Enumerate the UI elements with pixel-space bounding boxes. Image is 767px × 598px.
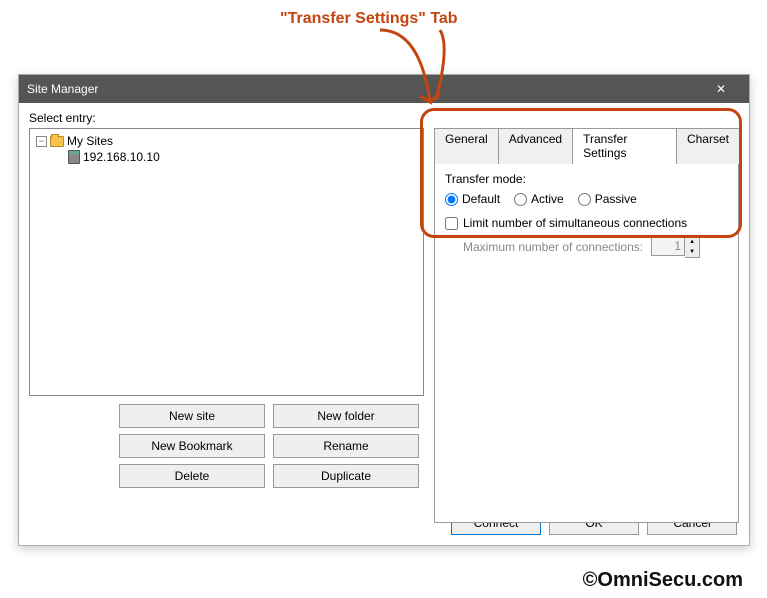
titlebar: Site Manager ✕ (19, 75, 749, 103)
radio-default-label: Default (462, 192, 500, 206)
tree-root-label: My Sites (67, 134, 113, 148)
radio-passive-input[interactable] (578, 193, 591, 206)
collapse-icon[interactable]: − (36, 136, 47, 147)
tab-advanced[interactable]: Advanced (498, 128, 573, 164)
max-connections-input (651, 236, 685, 256)
radio-active-input[interactable] (514, 193, 527, 206)
transfer-mode-label: Transfer mode: (445, 172, 728, 186)
radio-passive-label: Passive (595, 192, 637, 206)
radio-active-label: Active (531, 192, 564, 206)
new-bookmark-button[interactable]: New Bookmark (119, 434, 265, 458)
max-connections-label: Maximum number of connections: (463, 240, 643, 254)
close-button[interactable]: ✕ (701, 75, 741, 103)
site-manager-dialog: Site Manager ✕ Select entry: − My Sites … (18, 74, 750, 546)
transfer-settings-panel: Transfer mode: Default Active Passive (434, 163, 739, 523)
tab-charset[interactable]: Charset (676, 128, 740, 164)
delete-button[interactable]: Delete (119, 464, 265, 488)
dialog-title: Site Manager (27, 82, 701, 96)
tab-transfer-settings[interactable]: Transfer Settings (572, 128, 677, 164)
tree-item-label: 192.168.10.10 (83, 150, 160, 164)
site-tree[interactable]: − My Sites 192.168.10.10 (29, 128, 424, 396)
new-folder-button[interactable]: New folder (273, 404, 419, 428)
rename-button[interactable]: Rename (273, 434, 419, 458)
copyright-text: ©OmniSecu.com (583, 569, 743, 592)
close-icon: ✕ (716, 82, 726, 96)
tab-bar: General Advanced Transfer Settings Chars… (434, 128, 739, 164)
duplicate-button[interactable]: Duplicate (273, 464, 419, 488)
new-site-button[interactable]: New site (119, 404, 265, 428)
radio-default[interactable]: Default (445, 192, 500, 206)
annotation-label: "Transfer Settings" Tab (280, 10, 458, 28)
radio-default-input[interactable] (445, 193, 458, 206)
limit-connections-label: Limit number of simultaneous connections (463, 216, 687, 230)
server-icon (68, 150, 80, 164)
limit-connections-input[interactable] (445, 217, 458, 230)
radio-active[interactable]: Active (514, 192, 564, 206)
limit-connections-checkbox[interactable]: Limit number of simultaneous connections (445, 216, 728, 230)
spinner-down-button[interactable]: ▼ (685, 247, 699, 257)
tree-item-site[interactable]: 192.168.10.10 (66, 149, 419, 165)
folder-icon (50, 136, 64, 147)
tab-general[interactable]: General (434, 128, 499, 164)
max-connections-spinner[interactable]: ▲ ▼ (651, 236, 700, 258)
radio-passive[interactable]: Passive (578, 192, 637, 206)
tree-root-my-sites[interactable]: − My Sites (34, 133, 419, 149)
select-entry-label: Select entry: (29, 111, 739, 125)
spinner-up-button[interactable]: ▲ (685, 237, 699, 247)
